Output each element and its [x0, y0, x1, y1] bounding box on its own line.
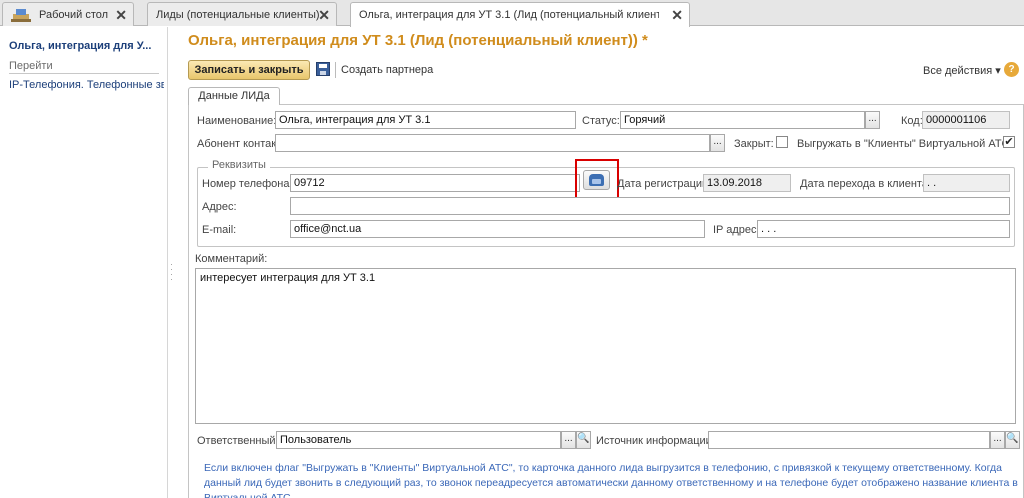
clientdate-label: Дата перехода в клиента:: [800, 178, 932, 190]
all-actions-menu[interactable]: Все действия ▾: [923, 64, 1001, 77]
contact-select-button[interactable]: ...: [710, 134, 725, 152]
tab-label: Лиды (потенциальные клиенты): [156, 8, 320, 21]
close-icon[interactable]: ✕: [671, 7, 683, 24]
search-icon[interactable]: 🔍: [576, 431, 591, 449]
responsible-label: Ответственный:: [197, 435, 279, 447]
clientdate-field[interactable]: . .: [923, 174, 1010, 192]
help-icon[interactable]: ?: [1004, 62, 1019, 77]
closed-checkbox[interactable]: [776, 136, 788, 148]
closed-label: Закрыт:: [734, 138, 774, 150]
export-label: Выгружать в "Клиенты" Виртуальной АТС:: [797, 138, 1013, 150]
responsible-select-button[interactable]: ...: [561, 431, 576, 449]
tab-leads[interactable]: Лиды (потенциальные клиенты) ✕: [147, 2, 337, 26]
save-and-close-button[interactable]: Записать и закрыть: [188, 60, 310, 80]
create-partner-button[interactable]: Создать партнера: [341, 64, 433, 76]
splitter-handle[interactable]: · · · ·: [170, 260, 173, 284]
status-label: Статус:: [582, 115, 620, 127]
source-field[interactable]: [708, 431, 990, 449]
comment-label: Комментарий:: [195, 253, 268, 265]
export-checkbox[interactable]: ✔: [1003, 136, 1015, 148]
sidebar: Ольга, интеграция для У... Перейти IP-Те…: [0, 27, 168, 498]
email-label: E-mail:: [202, 224, 237, 236]
comment-field[interactable]: интересует интеграция для УТ 3.1: [195, 268, 1016, 424]
chevron-down-icon: ▾: [995, 65, 1001, 77]
all-actions-label: Все действия: [923, 65, 993, 77]
tab-bar: Рабочий стол ✕ Лиды (потенциальные клиен…: [0, 0, 1024, 27]
sidebar-title: Ольга, интеграция для У...: [9, 40, 152, 52]
tab-lead-card[interactable]: Ольга, интеграция для УТ 3.1 (Лид (потен…: [350, 2, 690, 27]
regdate-label: Дата регистрации:: [617, 178, 712, 190]
close-icon[interactable]: ✕: [115, 7, 127, 24]
ip-field[interactable]: . . .: [757, 220, 1010, 238]
ip-label: IP адрес:: [713, 224, 760, 236]
status-select-button[interactable]: ...: [865, 111, 880, 129]
close-icon[interactable]: ✕: [318, 7, 330, 24]
sidebar-item-ip-telephony[interactable]: IP-Телефония. Телефонные зв...: [9, 79, 164, 91]
tab-label: Ольга, интеграция для УТ 3.1 (Лид (потен…: [359, 9, 659, 21]
source-label: Источник информации:: [596, 435, 715, 447]
status-field[interactable]: Горячий: [620, 111, 865, 129]
help-hint-text: Если включен флаг "Выгружать в "Клиенты"…: [204, 462, 1018, 498]
address-field[interactable]: [290, 197, 1010, 215]
toolbar-divider: [335, 62, 336, 78]
contact-field[interactable]: [275, 134, 710, 152]
responsible-field[interactable]: Пользователь: [276, 431, 561, 449]
tab-label: Рабочий стол: [39, 8, 109, 21]
sidebar-section-goto: Перейти: [9, 60, 159, 74]
page-title: Ольга, интеграция для УТ 3.1 (Лид (потен…: [188, 32, 648, 49]
address-label: Адрес:: [202, 201, 237, 213]
phone-label: Номер телефона:: [202, 178, 293, 190]
save-icon[interactable]: [316, 62, 330, 76]
regdate-field[interactable]: 13.09.2018: [703, 174, 791, 192]
phone-field[interactable]: 09712: [290, 174, 580, 192]
search-icon[interactable]: 🔍: [1005, 431, 1020, 449]
name-field[interactable]: Ольга, интеграция для УТ 3.1: [275, 111, 576, 129]
form-area: Ольга, интеграция для УТ 3.1 (Лид (потен…: [176, 27, 1024, 498]
email-field[interactable]: office@nct.ua: [290, 220, 705, 238]
code-field[interactable]: 0000001106: [922, 111, 1010, 129]
home-icon: [11, 7, 31, 23]
requisites-title: Реквизиты: [208, 159, 270, 171]
contact-label: Абонент контакт:: [197, 138, 285, 150]
code-label: Код:: [901, 115, 923, 127]
tab-desktop[interactable]: Рабочий стол ✕: [2, 2, 134, 26]
source-select-button[interactable]: ...: [990, 431, 1005, 449]
tab-lead-data[interactable]: Данные ЛИДа: [188, 87, 280, 105]
name-label: Наименование:: [197, 115, 277, 127]
